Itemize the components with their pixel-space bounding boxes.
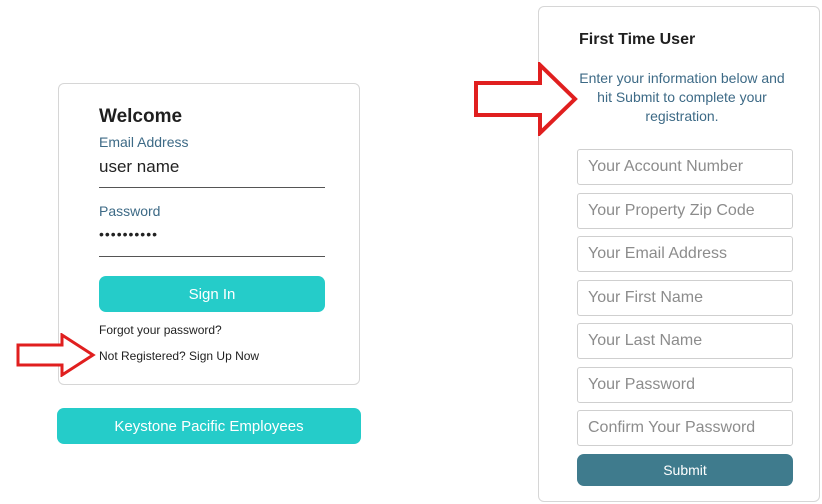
right-arrow-icon [16,333,96,377]
email-underline [99,187,325,188]
zip-code-input[interactable] [577,193,793,229]
sign-up-link[interactable]: Not Registered? Sign Up Now [99,349,259,363]
email-label: Email Address [99,134,189,150]
welcome-heading: Welcome [99,106,183,127]
arrow-shape [16,333,96,377]
registration-card: First Time User Enter your information b… [538,6,820,502]
registration-intro: Enter your information below and hit Sub… [579,70,785,124]
account-number-input[interactable] [577,149,793,185]
forgot-password-link[interactable]: Forgot your password? [99,323,222,337]
submit-button[interactable]: Submit [577,454,793,486]
right-arrow-icon [474,62,578,136]
sign-in-button[interactable]: Sign In [99,276,325,312]
login-card: Welcome Email Address Password Sign In F… [58,83,360,385]
last-name-input[interactable] [577,323,793,359]
registration-title: First Time User [579,31,696,48]
email-address-input[interactable] [577,236,793,272]
password-label: Password [99,203,161,219]
keystone-employees-button[interactable]: Keystone Pacific Employees [57,408,361,444]
first-name-input[interactable] [577,280,793,316]
email-field[interactable] [99,157,325,177]
password-field[interactable] [99,226,325,242]
confirm-password-input[interactable] [577,410,793,446]
password-underline [99,256,325,257]
arrow-shape [474,62,578,136]
password-input[interactable] [577,367,793,403]
